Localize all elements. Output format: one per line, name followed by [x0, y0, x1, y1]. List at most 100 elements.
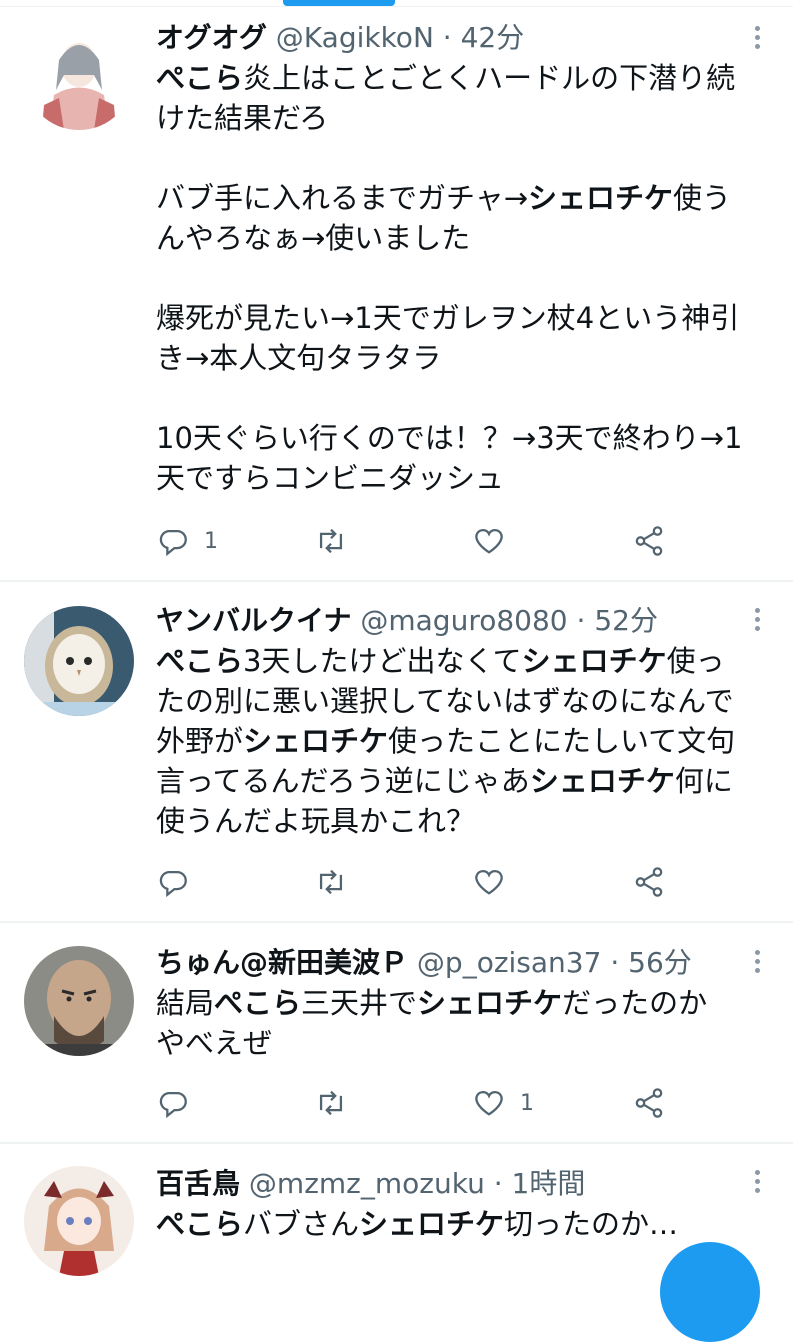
share-button[interactable] [632, 521, 666, 561]
tweet-text-line: やべえぜ [156, 1023, 766, 1063]
more-icon[interactable] [751, 606, 763, 636]
tweet-text-line: ぺこら3天したけど出なくてシェロチケ使っ [156, 641, 766, 681]
more-icon[interactable] [751, 1168, 763, 1198]
text-segment: 切ったのか… [504, 1207, 679, 1241]
tweet-text-line: けた結果だろ [156, 98, 766, 138]
handle[interactable]: @KagikkoN [276, 21, 434, 54]
timestamp[interactable]: · 1時間 [494, 1167, 586, 1200]
handle[interactable]: @maguro8080 [360, 604, 567, 637]
handle[interactable]: @p_ozisan37 [417, 946, 602, 979]
highlighted-keyword: ぺこら [156, 644, 244, 678]
tweet-text-line: ぺこら炎上はことごとくハードルの下潜り続 [156, 58, 766, 98]
like-button[interactable] [472, 521, 506, 561]
tweet-text: ぺこら3天したけど出なくてシェロチケ使っ たの別に悪い選択してないはずなのになんで… [156, 641, 766, 841]
avatar[interactable] [24, 946, 134, 1056]
tweet-text-line [156, 378, 766, 418]
tweet-divider [0, 921, 793, 923]
share-button[interactable] [632, 862, 666, 902]
tweet-text-line: き→本人文句タラタラ [156, 338, 766, 378]
text-segment: 3天したけど出なくて [243, 644, 522, 678]
like-button[interactable] [472, 862, 506, 902]
share-button[interactable] [632, 1083, 666, 1123]
text-segment: たの別に悪い選択してないはずなのになんで [156, 684, 734, 718]
timestamp[interactable]: · 56分 [610, 946, 691, 979]
text-segment: 使っ [666, 644, 725, 678]
more-icon[interactable] [751, 24, 763, 54]
text-segment: 10天ぐらい行くのでは！？→3天で終わり→1 [156, 421, 743, 455]
reply-icon [159, 870, 187, 898]
more-icon[interactable] [751, 948, 763, 978]
text-segment: 使う [673, 181, 732, 215]
like-icon [475, 870, 503, 895]
tweet-actions [156, 862, 716, 902]
highlighted-keyword: ぺこら [156, 1207, 244, 1241]
tweet-text-line [156, 138, 766, 178]
tweet-text-line: バブ手に入れるまでガチャ→シェロチケ使う [156, 178, 766, 218]
like-count: 1 [520, 1090, 534, 1116]
highlighted-keyword: シェロチケ [529, 764, 675, 798]
tweet-text-line: 使うんだよ玩具かこれ？ [156, 801, 766, 841]
tweet-text-line: んやろなぁ→使いました [156, 218, 766, 258]
highlighted-keyword: シェロチケ [243, 724, 389, 758]
text-segment: バブさん [243, 1207, 360, 1241]
timestamp[interactable]: · 52分 [577, 604, 658, 637]
text-segment: 天ですらコンビニダッシュ [156, 461, 505, 495]
tweet-text-line: ぺこらバブさんシェロチケ切ったのか… [156, 1204, 766, 1244]
text-segment: だったのか [562, 986, 708, 1020]
highlighted-keyword: ぺこら [156, 61, 244, 95]
tweet-text-line: 言ってるんだろう逆にじゃあシェロチケ何に [156, 761, 766, 801]
display-name[interactable]: 百舌鳥 [156, 1167, 240, 1200]
text-segment: 外野が [156, 724, 244, 758]
top-divider [0, 6, 793, 7]
tweet-text: ぺこら炎上はことごとくハードルの下潜り続 けた結果だろバブ手に入れるまでガチャ→シ… [156, 58, 766, 498]
tweet-text-line: 爆死が見たい→1天でガレヲン杖4という神引 [156, 298, 766, 338]
reply-button[interactable] [156, 862, 204, 902]
text-segment: バブ手に入れるまでガチャ→ [156, 181, 529, 215]
avatar[interactable] [24, 606, 134, 716]
tweet-text-line: たの別に悪い選択してないはずなのになんで [156, 681, 766, 721]
tweet-actions: 1 [156, 1083, 716, 1123]
avatar[interactable] [24, 1166, 134, 1276]
reply-icon [159, 529, 187, 557]
tweet-text: ぺこらバブさんシェロチケ切ったのか… [156, 1204, 766, 1244]
handle[interactable]: @mzmz_mozuku [249, 1167, 485, 1200]
retweet-button[interactable] [314, 1083, 348, 1123]
display-name[interactable]: ヤンバルクイナ [156, 604, 351, 637]
text-segment: 使ったことにたしいて文句 [388, 724, 736, 758]
compose-fab[interactable] [660, 1242, 760, 1342]
reply-count: 1 [204, 528, 218, 554]
display-name[interactable]: オグオグ [156, 21, 267, 54]
like-icon [475, 529, 503, 554]
reply-button[interactable] [156, 1083, 204, 1123]
highlighted-keyword: ぺこら [214, 986, 302, 1020]
tweet-text-line: 外野がシェロチケ使ったことにたしいて文句 [156, 721, 766, 761]
reply-icon [159, 1091, 187, 1119]
tweet-text-line: 10天ぐらい行くのでは！？→3天で終わり→1 [156, 418, 766, 458]
reply-button[interactable]: 1 [156, 521, 218, 561]
timestamp[interactable]: · 42分 [443, 21, 524, 54]
text-segment: んやろなぁ→使いました [156, 221, 471, 255]
tweet-text: 結局ぺこら三天井でシェロチケだったのか やべえぜ [156, 983, 766, 1063]
text-segment: き→本人文句タラタラ [156, 341, 442, 375]
text-segment: 爆死が見たい→1天でガレヲン杖4という神引 [156, 301, 740, 335]
highlighted-keyword: シェロチケ [521, 644, 667, 678]
retweet-button[interactable] [314, 862, 348, 902]
share-icon [635, 526, 663, 556]
display-name[interactable]: ちゅん@新田美波Ｐ [156, 946, 408, 979]
highlighted-keyword: シェロチケ [528, 181, 674, 215]
share-icon [635, 1088, 663, 1118]
text-segment: 三天井で [301, 986, 418, 1020]
text-segment: 結局 [156, 986, 215, 1020]
highlighted-keyword: シェロチケ [359, 1207, 505, 1241]
like-icon [475, 1091, 503, 1116]
tweet-text-line: 天ですらコンビニダッシュ [156, 458, 766, 498]
text-segment: 何に [674, 764, 733, 798]
text-segment: やべえぜ [156, 1026, 273, 1060]
like-button[interactable]: 1 [472, 1083, 534, 1123]
retweet-button[interactable] [314, 521, 348, 561]
tweet-divider [0, 1142, 793, 1144]
text-segment: けた結果だろ [156, 101, 329, 135]
tweet-text-line: 結局ぺこら三天井でシェロチケだったのか [156, 983, 766, 1023]
retweet-icon [319, 1090, 343, 1116]
avatar[interactable] [24, 20, 134, 130]
